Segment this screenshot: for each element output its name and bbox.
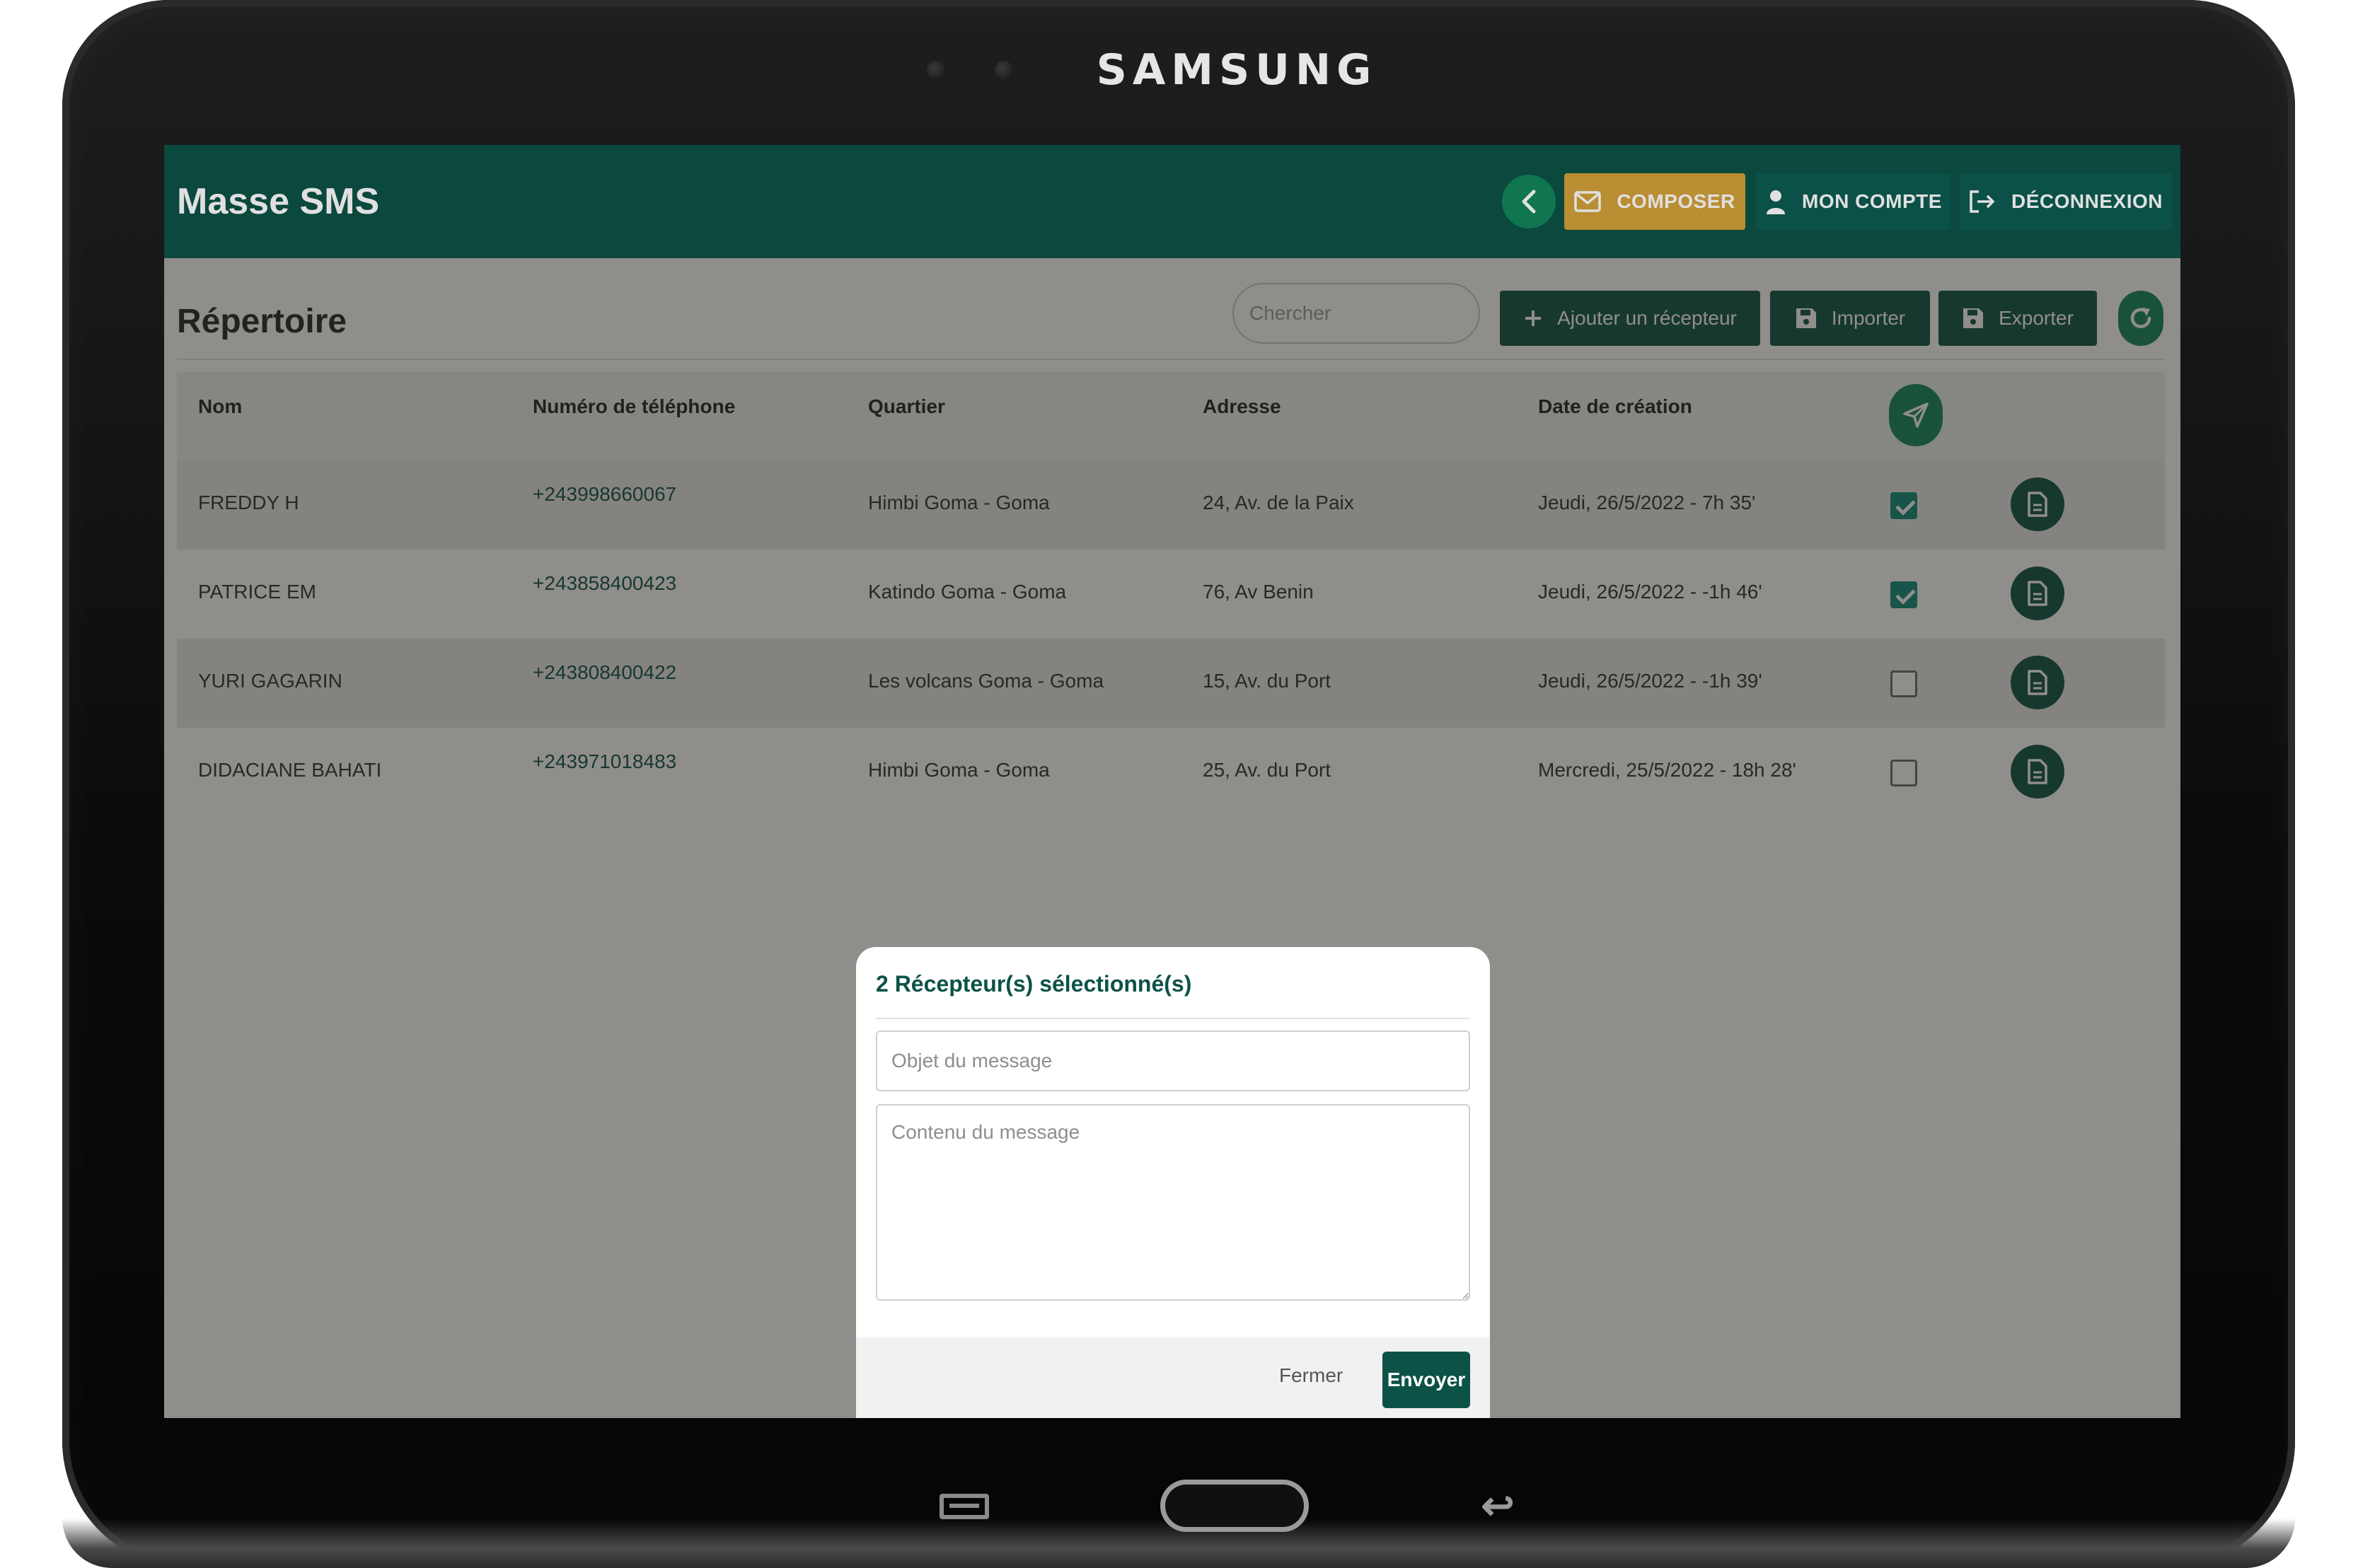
- subject-input[interactable]: [876, 1030, 1470, 1091]
- hardware-menu-icon[interactable]: [940, 1494, 989, 1519]
- app-bar: Masse SMS COMPOSER MON COMPTE DÉCONNEXIO…: [164, 145, 2180, 258]
- modal-divider: [876, 1018, 1470, 1019]
- camera-dot-icon: [927, 61, 945, 79]
- device-brand: SAMSUNG: [1096, 45, 1377, 95]
- close-button[interactable]: Fermer: [1279, 1364, 1343, 1387]
- send-button[interactable]: Envoyer: [1382, 1352, 1470, 1408]
- modal-title: 2 Récepteur(s) sélectionné(s): [876, 971, 1192, 997]
- hardware-home-button[interactable]: [1160, 1480, 1309, 1532]
- compose-modal: 2 Récepteur(s) sélectionné(s) Fermer Env…: [856, 947, 1490, 1418]
- sensor-dot-icon: [995, 61, 1013, 79]
- message-textarea[interactable]: [876, 1104, 1470, 1301]
- screen: Masse SMS COMPOSER MON COMPTE DÉCONNEXIO…: [164, 145, 2180, 1418]
- hardware-back-icon[interactable]: ↩: [1473, 1486, 1522, 1526]
- app-bar-shade: [164, 145, 2180, 258]
- modal-footer: Fermer Envoyer: [856, 1337, 1490, 1418]
